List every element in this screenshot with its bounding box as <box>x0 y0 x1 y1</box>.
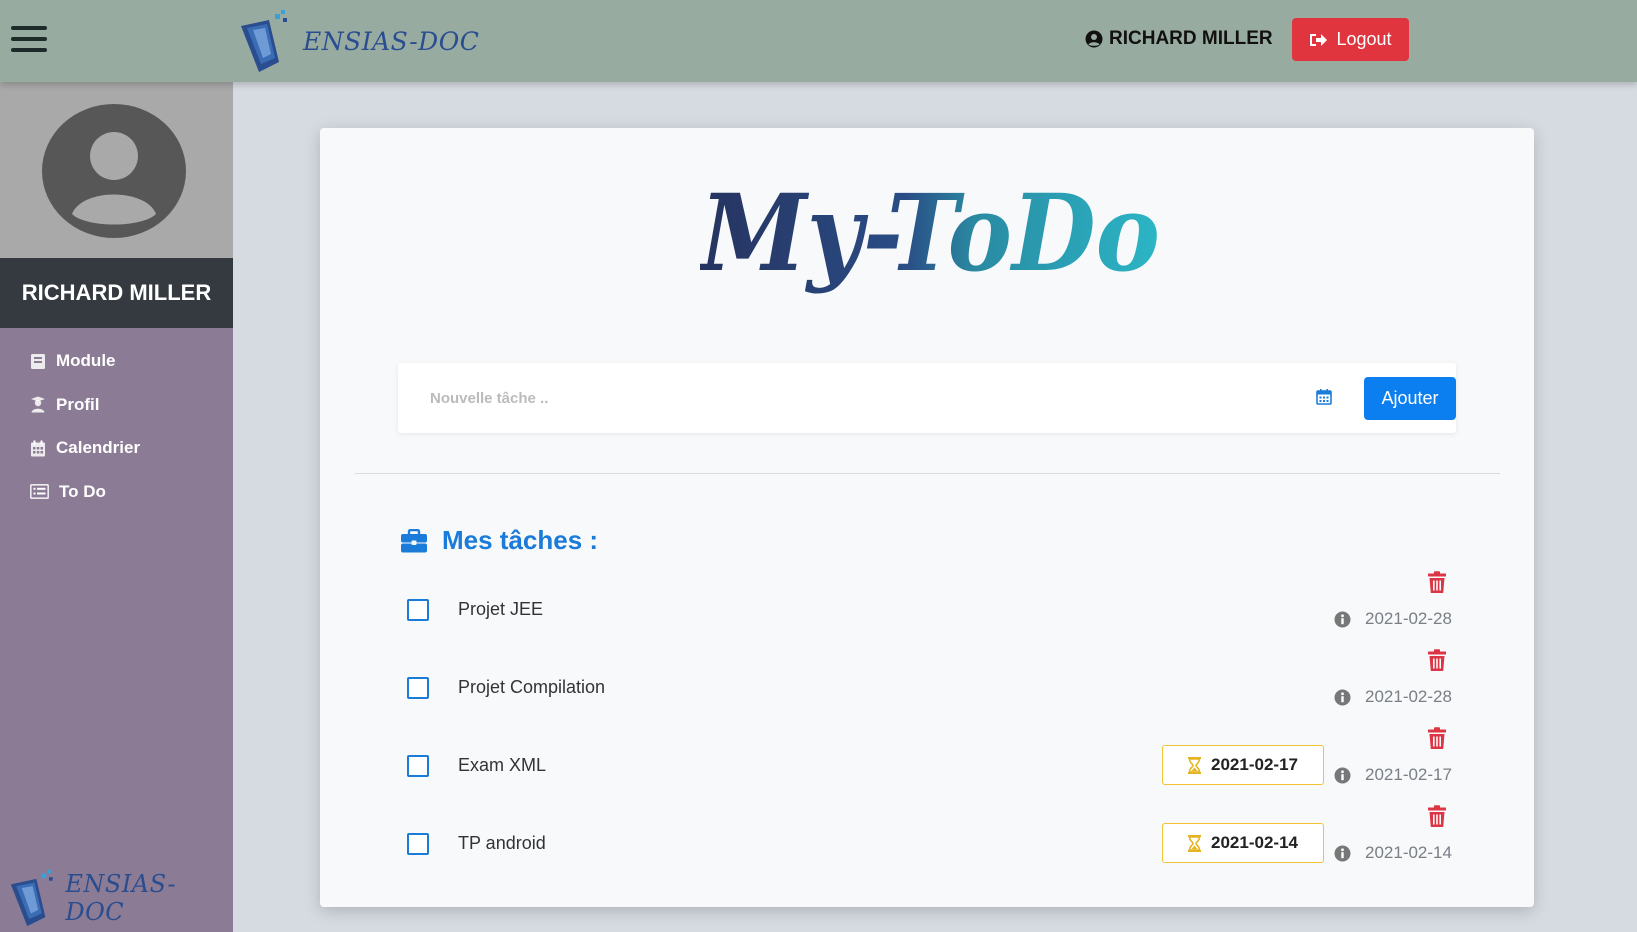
task-title: Exam XML <box>458 755 547 775</box>
task-row: Projet JEE 2021-02-28 <box>320 571 1534 649</box>
sidebar-item-profil[interactable]: Profil <box>30 394 140 416</box>
sidebar-item-calendrier[interactable]: Calendrier <box>30 437 140 459</box>
logout-label: Logout <box>1336 29 1392 49</box>
tasks-heading-label: Mes tâches : <box>442 525 599 555</box>
deadline-date: 2021-02-14 <box>1211 833 1298 852</box>
hourglass-icon <box>1188 834 1202 852</box>
trash-icon[interactable] <box>1427 649 1447 672</box>
task-row: TP android 2021-02-14 2021-02-14 <box>320 805 1534 883</box>
task-checkbox[interactable] <box>407 833 429 855</box>
brand-logo[interactable]: ENSIAS-DOC <box>235 6 479 76</box>
task-row: Exam XML 2021-02-17 2021-02-17 <box>320 727 1534 805</box>
deadline-date: 2021-02-17 <box>1211 755 1298 774</box>
user-graduate-icon <box>31 396 45 413</box>
add-task-bar: Ajouter <box>398 363 1456 433</box>
todo-card: My-ToDo Ajouter Mes tâches : Pro <box>320 128 1534 907</box>
task-checkbox[interactable] <box>407 755 429 777</box>
book-logo-icon <box>241 10 287 72</box>
sidebar-brand-text: ENSIAS-DOC <box>65 870 177 926</box>
calendar-icon <box>31 440 45 456</box>
task-title: TP android <box>458 833 546 853</box>
task-title: Projet JEE <box>458 599 544 619</box>
divider <box>355 473 1500 474</box>
task-row: Projet Compilation 2021-02-28 <box>320 649 1534 727</box>
task-checkbox[interactable] <box>407 677 429 699</box>
top-navbar: ENSIAS-DOC RICHARD MILLER Logout <box>0 0 1637 82</box>
info-icon[interactable] <box>1334 611 1351 628</box>
hourglass-icon <box>1188 756 1202 774</box>
info-icon[interactable] <box>1334 689 1351 706</box>
my-todo-logo: My-ToDo <box>700 170 1160 295</box>
sidebar-item-label: To Do <box>59 481 106 501</box>
sidebar-item-label: Calendrier <box>56 438 141 457</box>
list-icon <box>30 484 49 499</box>
trash-icon[interactable] <box>1427 805 1447 828</box>
info-icon[interactable] <box>1334 767 1351 784</box>
info-icon[interactable] <box>1334 845 1351 862</box>
task-checkbox[interactable] <box>407 599 429 621</box>
svg-text:My-ToDo: My-ToDo <box>700 170 1160 295</box>
hamburger-menu-icon[interactable] <box>11 26 47 52</box>
add-task-button[interactable]: Ajouter <box>1364 377 1456 420</box>
task-date: 2021-02-14 <box>1365 843 1452 862</box>
task-date: 2021-02-28 <box>1365 609 1452 628</box>
trash-icon[interactable] <box>1427 727 1447 750</box>
task-date: 2021-02-17 <box>1365 765 1452 784</box>
task-date: 2021-02-28 <box>1365 687 1452 706</box>
new-task-input[interactable] <box>430 379 1290 417</box>
sidebar-user-name: RICHARD MILLER <box>0 258 233 328</box>
sign-out-icon <box>1310 33 1328 46</box>
sidebar-item-todo[interactable]: To Do <box>30 481 140 503</box>
tasks-heading: Mes tâches : <box>400 525 598 556</box>
sidebar-item-label: Profil <box>56 394 100 414</box>
user-name: RICHARD MILLER <box>1109 28 1273 49</box>
book-icon <box>31 353 45 369</box>
sidebar-brand-logo: ENSIAS-DOC <box>4 868 233 928</box>
user-circle-icon <box>1085 30 1103 48</box>
logout-button[interactable]: Logout <box>1292 18 1409 61</box>
user-display[interactable]: RICHARD MILLER <box>1085 26 1273 52</box>
sidebar: RICHARD MILLER Module Profil Calendrier … <box>0 82 233 932</box>
book-logo-icon <box>10 869 53 927</box>
brand-text: ENSIAS-DOC <box>303 26 480 56</box>
avatar <box>42 104 186 238</box>
deadline-badge: 2021-02-14 <box>1162 823 1324 863</box>
task-title: Projet Compilation <box>458 677 606 697</box>
sidebar-item-label: Module <box>56 351 116 370</box>
deadline-badge: 2021-02-17 <box>1162 745 1324 785</box>
trash-icon[interactable] <box>1427 571 1447 594</box>
sidebar-menu: Module Profil Calendrier To Do <box>30 350 140 524</box>
avatar-panel <box>0 82 233 258</box>
date-picker-icon[interactable] <box>1316 388 1332 405</box>
briefcase-icon <box>401 528 427 552</box>
sidebar-item-module[interactable]: Module <box>30 350 140 372</box>
